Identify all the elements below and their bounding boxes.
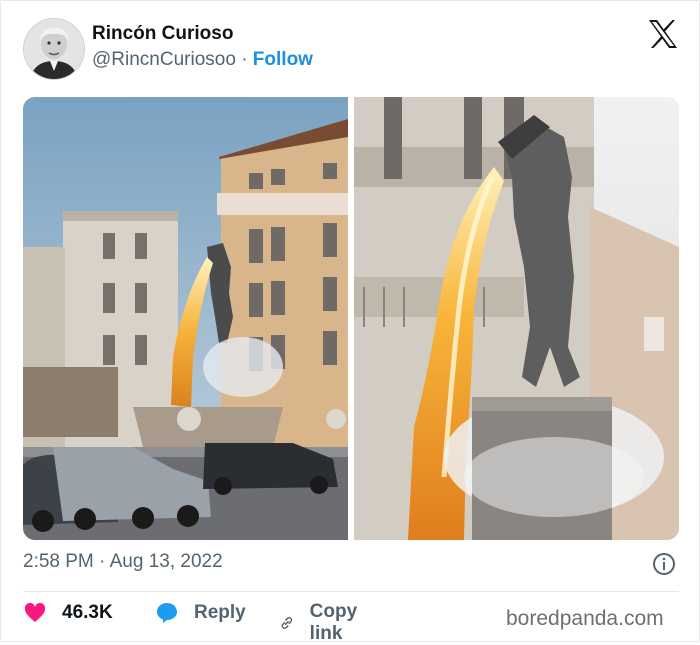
- info-icon[interactable]: [652, 552, 676, 576]
- tweet-embed-card: Rincón Curioso @RincnCuriosoo · Follow 2…: [0, 0, 700, 645]
- link-icon: [281, 617, 293, 629]
- copy-link-button[interactable]: Copy link: [279, 601, 366, 645]
- user-handle[interactable]: @RincnCuriosoo: [92, 49, 236, 70]
- display-name[interactable]: Rincón Curioso: [92, 23, 233, 45]
- reply-bubble-icon: [157, 603, 177, 623]
- copy-link-label: Copy link: [309, 601, 358, 644]
- separator-dot: ·: [241, 49, 248, 70]
- avatar[interactable]: [23, 18, 85, 80]
- heart-icon: [24, 602, 46, 622]
- x-logo-icon[interactable]: [647, 19, 679, 49]
- reply-button[interactable]: Reply: [155, 601, 246, 625]
- fountain-photo-closeup[interactable]: [354, 97, 679, 540]
- handle-row: @RincnCuriosoo · Follow: [92, 49, 313, 71]
- like-count: 46.3K: [62, 602, 113, 623]
- tweet-timestamp[interactable]: 2:58 PM · Aug 13, 2022: [23, 551, 223, 573]
- reply-label: Reply: [194, 602, 246, 623]
- like-button[interactable]: 46.3K: [23, 601, 113, 625]
- avatar-portrait-icon: [24, 19, 84, 79]
- divider: [23, 591, 679, 592]
- boredpanda-watermark: boredpanda.com: [506, 607, 664, 630]
- fountain-photo-wide[interactable]: [23, 97, 348, 540]
- follow-button[interactable]: Follow: [253, 49, 313, 70]
